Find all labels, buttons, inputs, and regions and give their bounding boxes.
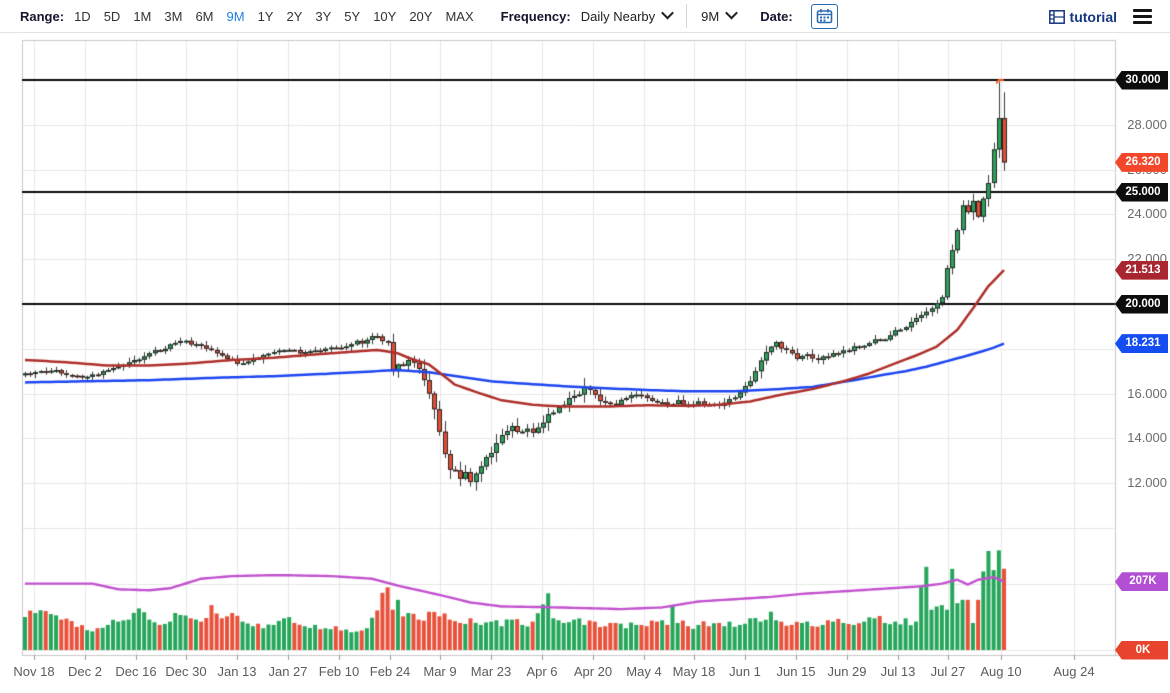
range-label: Range: [20,8,65,24]
date-picker-button[interactable] [810,3,838,29]
range-option-3m[interactable]: 3M [164,9,182,24]
range-option-10y[interactable]: 10Y [373,9,396,24]
range-option-6m[interactable]: 6M [195,9,213,24]
frequency-dropdown[interactable]: Daily Nearby [580,6,675,24]
chart-toolbar: Range: 1D 5D 1M 3M 6M 9M 1Y 2Y 3Y 5Y 10Y 20Y MAX Fre… [0,0,1170,33]
range-option-1m[interactable]: 1M [133,9,151,24]
date-label: Date: [760,8,793,24]
frequency-label: Frequency: [500,8,571,24]
period-value: 9M [701,8,720,24]
tutorial-label: tutorial [1069,8,1117,25]
chevron-down-icon [725,6,739,20]
menu-hamburger-icon[interactable] [1133,7,1152,26]
range-option-20y[interactable]: 20Y [409,9,432,24]
range-option-9m[interactable]: 9M [227,9,245,24]
range-option-5y[interactable]: 5Y [344,9,360,24]
range-option-2y[interactable]: 2Y [286,9,302,24]
range-option-3y[interactable]: 3Y [315,9,331,24]
toolbar-separator [686,4,688,28]
calendar-icon [816,9,833,24]
candlestick-volume-chart[interactable] [0,0,1170,693]
chevron-down-icon [661,6,675,20]
range-option-1y[interactable]: 1Y [258,9,274,24]
tutorial-film-icon [1048,9,1065,24]
tutorial-link[interactable]: tutorial [1048,8,1117,25]
period-dropdown[interactable]: 9M [701,6,739,24]
frequency-value: Daily Nearby [580,8,656,24]
range-option-1d[interactable]: 1D [74,9,91,24]
range-option-5d[interactable]: 5D [104,9,121,24]
range-option-max[interactable]: MAX [445,9,473,24]
range-options: 1D 5D 1M 3M 6M 9M 1Y 2Y 3Y 5Y 10Y 20Y MAX [74,9,487,24]
